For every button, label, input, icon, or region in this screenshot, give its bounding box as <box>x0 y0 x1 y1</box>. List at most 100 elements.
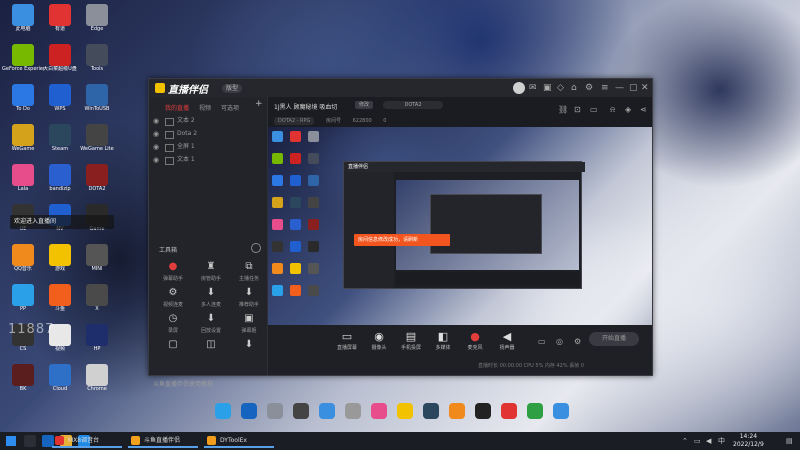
tool-item[interactable]: ◫ <box>193 339 229 353</box>
desktop-icon[interactable]: BK <box>2 364 44 392</box>
scene-item[interactable]: ◉ 全屏 1 <box>153 141 263 153</box>
tool-item[interactable]: ▢ <box>155 339 191 353</box>
link-icon[interactable]: ⛓ <box>558 105 568 114</box>
help-link[interactable]: 斗鱼直播伴侣使用教程 <box>153 379 213 388</box>
dock-app-icon[interactable] <box>293 403 309 419</box>
desktop-icon[interactable]: Chrome <box>76 364 118 392</box>
visibility-icon[interactable]: ◎ <box>556 337 563 346</box>
dock-app-icon[interactable] <box>423 403 439 419</box>
start-live-button[interactable]: 开始直播 <box>589 332 639 346</box>
tool-item[interactable]: ◷ 录屏 <box>155 313 191 334</box>
input-method[interactable]: 中 <box>718 437 725 445</box>
dock-app-icon[interactable] <box>527 403 543 419</box>
desktop-icon[interactable]: 游戏 <box>39 244 81 272</box>
eye-icon[interactable]: ◉ <box>153 128 159 140</box>
minimize-icon[interactable]: — <box>615 83 624 93</box>
desktop-icon[interactable]: 大白菜超级U盘 <box>39 44 81 72</box>
tab-options[interactable]: 可选项 <box>221 103 239 112</box>
category-chip[interactable]: DOTA2 <box>383 101 443 109</box>
desktop-icon[interactable]: X <box>76 284 118 312</box>
tool-item[interactable]: ▣ 弹幕姬 <box>231 313 267 334</box>
toolbox-settings-icon[interactable] <box>251 243 261 253</box>
tab-video[interactable]: 视频 <box>199 103 211 112</box>
desktop-icon[interactable]: Tools <box>76 44 118 72</box>
dock-app-icon[interactable] <box>371 403 387 419</box>
desktop-icon[interactable]: MINI <box>76 244 118 272</box>
dock-app-icon[interactable] <box>215 403 231 419</box>
dock-app-icon[interactable] <box>501 403 517 419</box>
share-icon[interactable]: ⋖ <box>640 105 647 114</box>
home-icon[interactable]: ⌂ <box>571 83 577 93</box>
tool-item[interactable]: ⬇ 多人连麦 <box>193 287 229 308</box>
network-icon[interactable]: ▭ <box>694 437 701 445</box>
desktop-icon[interactable]: WeGame Lite <box>76 124 118 152</box>
desktop-icon[interactable]: GeForce Experience <box>2 44 44 72</box>
maximize-icon[interactable]: ▢ <box>629 83 638 93</box>
close-icon[interactable]: ✕ <box>641 83 649 93</box>
edit-title-button[interactable]: 修改 <box>355 101 374 109</box>
dock-app-icon[interactable] <box>345 403 361 419</box>
tab-my-live[interactable]: 我的直播 <box>165 103 189 112</box>
record-icon[interactable]: ▭ <box>538 337 546 346</box>
shirt-icon[interactable]: ◇ <box>557 83 564 93</box>
lock-icon[interactable]: ⊡ <box>574 105 581 114</box>
desktop-icon[interactable]: 斗鱼 <box>39 284 81 312</box>
settings-icon[interactable]: ⚙ <box>585 83 593 93</box>
desktop-icon[interactable]: QQ音乐 <box>2 244 44 272</box>
user-avatar[interactable] <box>513 82 525 94</box>
dock-app-icon[interactable] <box>449 403 465 419</box>
windows-start-icon[interactable] <box>6 436 16 446</box>
clock[interactable]: 14:24 2022/12/9 <box>733 433 764 449</box>
gift-icon[interactable]: ▣ <box>543 83 552 93</box>
message-icon[interactable]: ✉ <box>529 83 537 93</box>
desktop-icon[interactable]: WPS <box>39 84 81 112</box>
bell-icon[interactable]: ⍾ <box>610 105 615 115</box>
desktop-icon[interactable]: HP <box>76 324 118 352</box>
add-scene-icon[interactable]: + <box>255 99 263 109</box>
taskbar-task[interactable]: DYToolEx <box>204 434 274 448</box>
version-badge[interactable]: 版型 <box>222 84 243 93</box>
control-button[interactable]: ◀ 扬声器 <box>488 331 526 352</box>
dock-app-icon[interactable] <box>319 403 335 419</box>
tool-item[interactable]: ⬇ <box>231 339 267 353</box>
window-titlebar[interactable]: 直播伴侣 版型 ✉ ▣ ◇ ⌂ ⚙ ≡ — ▢ ✕ <box>149 79 652 97</box>
search-icon[interactable] <box>24 435 36 447</box>
desktop-icon[interactable]: DOTA2 <box>76 164 118 192</box>
dock-app-icon[interactable] <box>397 403 413 419</box>
desktop-icon[interactable]: bandizip <box>39 164 81 192</box>
desktop-icon[interactable]: To Do <box>2 84 44 112</box>
desktop-icon[interactable]: 有道 <box>39 4 81 32</box>
scene-item[interactable]: ◉ 文本 1 <box>153 154 263 166</box>
dock-app-icon[interactable] <box>553 403 569 419</box>
tag-icon[interactable]: ◈ <box>625 105 631 114</box>
eye-icon[interactable]: ◉ <box>153 141 159 153</box>
tool-item[interactable]: ● 弹幕助手 <box>155 261 191 282</box>
desktop-icon[interactable]: WinToUSB <box>76 84 118 112</box>
eye-icon[interactable]: ◉ <box>153 115 159 127</box>
taskbar-task[interactable]: 斗鱼直播伴侣 <box>128 434 198 448</box>
desktop-icon[interactable]: WeGame <box>2 124 44 152</box>
tool-item[interactable]: ⧉ 主播任务 <box>231 261 267 282</box>
tray-up-icon[interactable]: ⌃ <box>682 437 688 445</box>
desktop-icon[interactable]: Cloud <box>39 364 81 392</box>
taskbar-task[interactable]: MX8调音台 <box>52 434 122 448</box>
desktop-icon[interactable]: Steam <box>39 124 81 152</box>
dock-app-icon[interactable] <box>475 403 491 419</box>
tool-item[interactable]: ♜ 房管助手 <box>193 261 229 282</box>
desktop-icon[interactable]: 此电脑 <box>2 4 44 32</box>
menu-icon[interactable]: ≡ <box>601 83 609 93</box>
tool-item[interactable]: ⬇ 回放设置 <box>193 313 229 334</box>
notification-icon[interactable]: ▤ <box>786 437 793 445</box>
tool-item[interactable]: ⬇ 推荐助手 <box>231 287 267 308</box>
scene-item[interactable]: ◉ 文本 2 <box>153 115 263 127</box>
gear-icon[interactable]: ⚙ <box>574 337 581 346</box>
volume-icon[interactable]: ◀ <box>706 437 711 445</box>
eye-icon[interactable]: ◉ <box>153 154 159 166</box>
dock-app-icon[interactable] <box>267 403 283 419</box>
game-tag[interactable]: DOTA2 - RPG <box>274 117 315 125</box>
dock-app-icon[interactable] <box>241 403 257 419</box>
scene-item[interactable]: ◉ Dota 2 <box>153 128 263 140</box>
desktop-icon[interactable]: PP <box>2 284 44 312</box>
desktop-icon[interactable]: Lala <box>2 164 44 192</box>
desktop-icon[interactable]: Edge <box>76 4 118 32</box>
